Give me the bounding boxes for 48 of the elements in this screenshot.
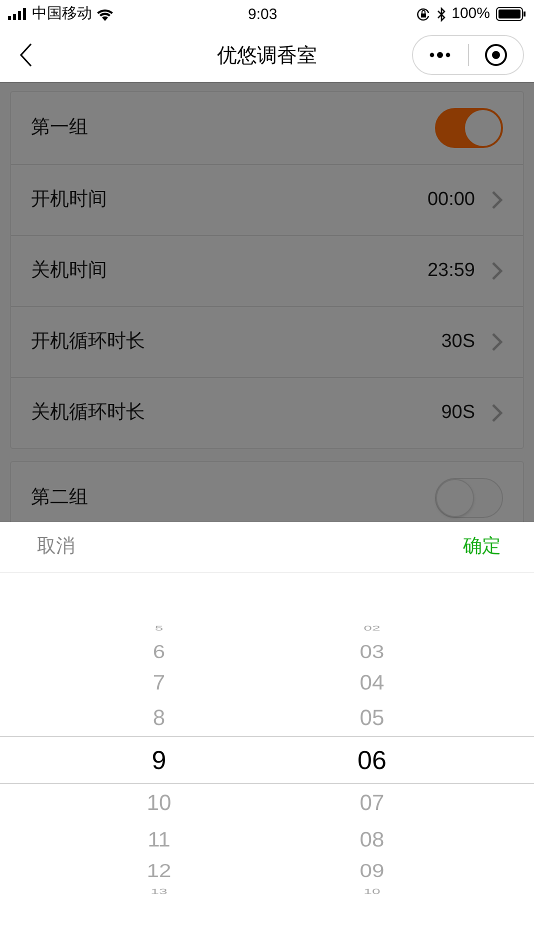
more-icon bbox=[429, 51, 452, 59]
page-title: 优悠调香室 bbox=[216, 44, 318, 69]
chevron-right-icon bbox=[491, 190, 503, 210]
setting-row[interactable]: 开机时间 00:00 bbox=[11, 164, 523, 235]
bluetooth-icon bbox=[436, 6, 446, 22]
signal-icon bbox=[8, 8, 28, 20]
setting-row[interactable]: 关机时间 23:59 bbox=[11, 235, 523, 306]
picker-option[interactable]: 05 bbox=[360, 707, 384, 729]
picker-option[interactable]: 06 bbox=[358, 747, 386, 773]
picker-option[interactable]: 12 bbox=[146, 861, 172, 880]
battery-percent: 100% bbox=[452, 4, 490, 24]
cancel-button[interactable]: 取消 bbox=[37, 532, 75, 562]
picker-option[interactable]: 6 bbox=[152, 642, 166, 661]
picker-option[interactable]: 04 bbox=[360, 672, 384, 693]
setting-label: 关机时间 bbox=[31, 258, 107, 283]
chevron-right-icon bbox=[491, 261, 503, 281]
toggle-switch[interactable] bbox=[435, 478, 503, 518]
picker-option[interactable]: 8 bbox=[152, 707, 166, 729]
setting-value: 00:00 bbox=[427, 188, 475, 212]
picker-option[interactable]: 9 bbox=[152, 747, 166, 773]
wifi-icon bbox=[96, 8, 114, 20]
setting-label: 开机循环时长 bbox=[31, 330, 145, 354]
setting-label: 关机循环时长 bbox=[31, 400, 145, 425]
back-icon bbox=[19, 43, 33, 67]
picker-option[interactable]: 03 bbox=[360, 642, 384, 661]
picker-option[interactable]: 08 bbox=[360, 830, 384, 850]
clock-time: 9:03 bbox=[248, 5, 278, 25]
picker-option[interactable]: 09 bbox=[360, 861, 384, 880]
picker-option[interactable]: 10 bbox=[146, 792, 172, 814]
setting-value: 23:59 bbox=[427, 258, 475, 283]
setting-row[interactable]: 开机循环时长 30S bbox=[11, 306, 523, 377]
chevron-right-icon bbox=[491, 403, 503, 423]
target-icon bbox=[484, 43, 508, 67]
chevron-right-icon bbox=[491, 332, 503, 352]
setting-value: 30S bbox=[441, 330, 475, 354]
picker-option[interactable]: 11 bbox=[148, 830, 170, 850]
picker-option[interactable]: 7 bbox=[152, 672, 166, 693]
rotation-lock-icon bbox=[416, 6, 431, 22]
picker-option[interactable]: 07 bbox=[360, 792, 384, 814]
setting-row[interactable]: 关机循环时长 90S bbox=[11, 377, 523, 448]
group-title: 第二组 bbox=[31, 486, 88, 510]
carrier-name: 中国移动 bbox=[32, 4, 92, 24]
confirm-button[interactable]: 确定 bbox=[463, 532, 501, 562]
toggle-switch[interactable] bbox=[435, 108, 503, 148]
setting-label: 开机时间 bbox=[31, 188, 107, 212]
group-title: 第一组 bbox=[31, 116, 88, 140]
battery-icon bbox=[496, 7, 526, 21]
setting-value: 90S bbox=[441, 400, 475, 425]
